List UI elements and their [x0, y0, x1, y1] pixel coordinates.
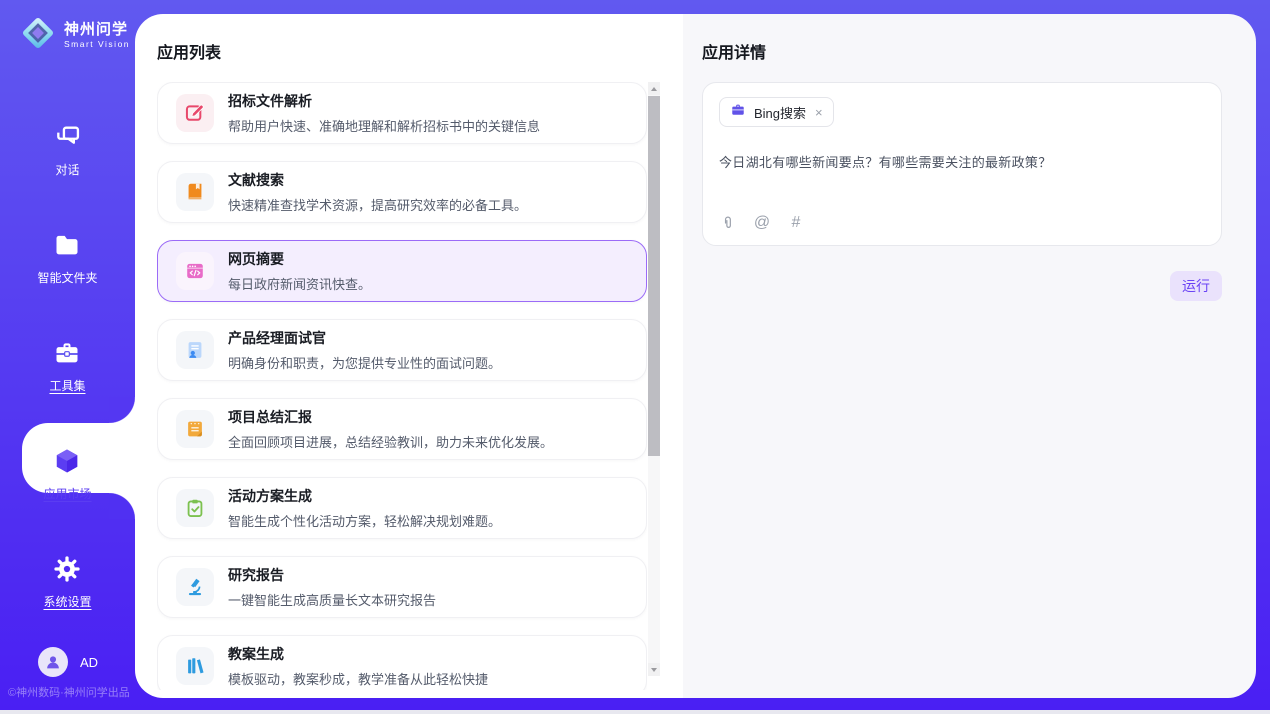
sidebar-item-2[interactable]: 智能文件夹 — [0, 204, 135, 312]
sidebar-item-label: 系统设置 — [43, 593, 91, 610]
sidebar-item-4[interactable]: 应用市场 — [0, 420, 135, 528]
gear-icon — [52, 554, 82, 584]
app-list-title: 应用列表 — [157, 39, 221, 63]
sidebar: 神州问学 Smart Vision 对话 智能文件夹 工具集 应用市场 系统设置 — [0, 0, 135, 710]
sidebar-item-5[interactable]: 系统设置 — [0, 528, 135, 636]
tool-tag-label: Bing搜索 — [754, 103, 806, 122]
scroll-up-button[interactable] — [648, 82, 660, 95]
copyright-text: ©神州数码·神州问学出品 — [8, 684, 130, 700]
arrow-up-icon — [651, 87, 657, 91]
clipboard-check-icon — [176, 489, 214, 527]
app-list: 招标文件解析 帮助用户快速、准确地理解和解析招标书中的关键信息 文献搜索 快速精… — [157, 82, 647, 690]
scrollbar-thumb[interactable] — [648, 96, 660, 456]
list-item-title: 活动方案生成 — [228, 486, 501, 506]
list-item-title: 产品经理面试官 — [228, 328, 501, 348]
note-icon — [176, 410, 214, 448]
list-item-desc: 明确身份和职责，为您提供专业性的面试问题。 — [228, 353, 501, 372]
arrow-down-icon — [651, 668, 657, 672]
user-name: AD — [80, 655, 98, 670]
books-icon — [176, 647, 214, 685]
person-icon — [44, 653, 62, 671]
prompt-text[interactable]: 今日湖北有哪些新闻要点？有哪些需要关注的最新政策？ — [719, 152, 1205, 171]
cube-icon — [52, 446, 82, 476]
scroll-down-button[interactable] — [648, 663, 660, 676]
app-detail-panel: 应用详情 Bing搜索 × 今日湖北有哪些新闻要点？有哪些需要关注的最新政策？ — [683, 14, 1256, 698]
list-item[interactable]: 产品经理面试官 明确身份和职责，为您提供专业性的面试问题。 — [157, 319, 647, 381]
brand-logo: 神州问学 Smart Vision — [20, 15, 130, 56]
list-item-title: 教案生成 — [228, 644, 488, 664]
at-icon[interactable]: @ — [753, 214, 771, 232]
chat-icon — [53, 122, 83, 152]
tag-close-icon[interactable]: × — [815, 105, 823, 120]
list-item-desc: 模板驱动，教案秒成，教学准备从此轻松快捷 — [228, 669, 488, 688]
tool-tag[interactable]: Bing搜索 × — [719, 97, 834, 127]
list-item[interactable]: 文献搜索 快速精准查找学术资源，提高研究效率的必备工具。 — [157, 161, 647, 223]
list-item[interactable]: 教案生成 模板驱动，教案秒成，教学准备从此轻松快捷 — [157, 635, 647, 690]
briefcase-icon — [730, 102, 746, 123]
sidebar-item-label: 智能文件夹 — [37, 269, 97, 286]
scrollbar[interactable] — [648, 82, 660, 676]
app-list-panel: 应用列表 招标文件解析 帮助用户快速、准确地理解和解析招标书中的关键信息 文献搜… — [135, 14, 683, 698]
list-item[interactable]: 招标文件解析 帮助用户快速、准确地理解和解析招标书中的关键信息 — [157, 82, 647, 144]
content-area: 应用列表 招标文件解析 帮助用户快速、准确地理解和解析招标书中的关键信息 文献搜… — [135, 14, 1256, 698]
hash-icon[interactable]: # — [787, 214, 805, 232]
sidebar-item-1[interactable]: 对话 — [0, 96, 135, 204]
toolbox-icon — [52, 338, 82, 368]
list-item[interactable]: 活动方案生成 智能生成个性化活动方案，轻松解决规划难题。 — [157, 477, 647, 539]
folder-icon — [52, 230, 82, 260]
browser-code-icon — [176, 252, 214, 290]
list-item-desc: 快速精准查找学术资源，提高研究效率的必备工具。 — [228, 195, 527, 214]
list-item-desc: 一键智能生成高质量长文本研究报告 — [228, 590, 436, 609]
list-item-desc: 全面回顾项目进展，总结经验教训，助力未来优化发展。 — [228, 432, 553, 451]
paperclip-icon[interactable] — [719, 214, 737, 232]
list-item-desc: 帮助用户快速、准确地理解和解析招标书中的关键信息 — [228, 116, 540, 135]
edit-icon — [176, 94, 214, 132]
attachment-toolbar: @ # — [719, 214, 805, 232]
user-row[interactable]: AD — [38, 647, 98, 677]
app-frame: 神州问学 Smart Vision 对话 智能文件夹 工具集 应用市场 系统设置 — [0, 0, 1270, 710]
interviewer-icon — [176, 331, 214, 369]
list-item-title: 文献搜索 — [228, 170, 527, 190]
list-item-desc: 智能生成个性化活动方案，轻松解决规划难题。 — [228, 511, 501, 530]
list-item-title: 招标文件解析 — [228, 91, 540, 111]
list-item-title: 项目总结汇报 — [228, 407, 553, 427]
list-item-desc: 每日政府新闻资讯快查。 — [228, 274, 371, 293]
book-icon — [176, 173, 214, 211]
sidebar-item-label: 对话 — [55, 161, 79, 178]
run-button[interactable]: 运行 — [1170, 271, 1222, 301]
sidebar-item-label: 应用市场 — [43, 485, 91, 502]
list-item[interactable]: 研究报告 一键智能生成高质量长文本研究报告 — [157, 556, 647, 618]
brand-name: 神州问学 — [64, 22, 130, 39]
prompt-card[interactable]: Bing搜索 × 今日湖北有哪些新闻要点？有哪些需要关注的最新政策？ @ # — [702, 82, 1222, 246]
app-detail-title: 应用详情 — [702, 39, 766, 63]
brand-subtitle: Smart Vision — [64, 40, 130, 49]
list-item-title: 研究报告 — [228, 565, 436, 585]
microscope-icon — [176, 568, 214, 606]
list-item[interactable]: 项目总结汇报 全面回顾项目进展，总结经验教训，助力未来优化发展。 — [157, 398, 647, 460]
brand-diamond-icon — [20, 15, 56, 56]
sidebar-item-label: 工具集 — [49, 377, 85, 394]
list-item[interactable]: 网页摘要 每日政府新闻资讯快查。 — [157, 240, 647, 302]
avatar[interactable] — [38, 647, 68, 677]
list-item-title: 网页摘要 — [228, 249, 371, 269]
